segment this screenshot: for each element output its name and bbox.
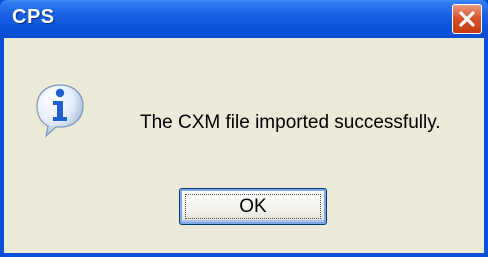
message-dialog: CPS The CXM file imported successfully. … <box>0 0 488 257</box>
dialog-body: The CXM file imported successfully. OK <box>4 38 484 253</box>
title-bar[interactable]: CPS <box>0 0 488 38</box>
close-icon <box>459 11 475 27</box>
dialog-title: CPS <box>12 6 55 28</box>
dialog-message: The CXM file imported successfully. <box>140 112 441 133</box>
ok-button-label: OK <box>239 195 267 217</box>
close-button[interactable] <box>452 4 482 34</box>
ok-button[interactable]: OK <box>179 188 327 225</box>
info-icon <box>36 84 84 138</box>
